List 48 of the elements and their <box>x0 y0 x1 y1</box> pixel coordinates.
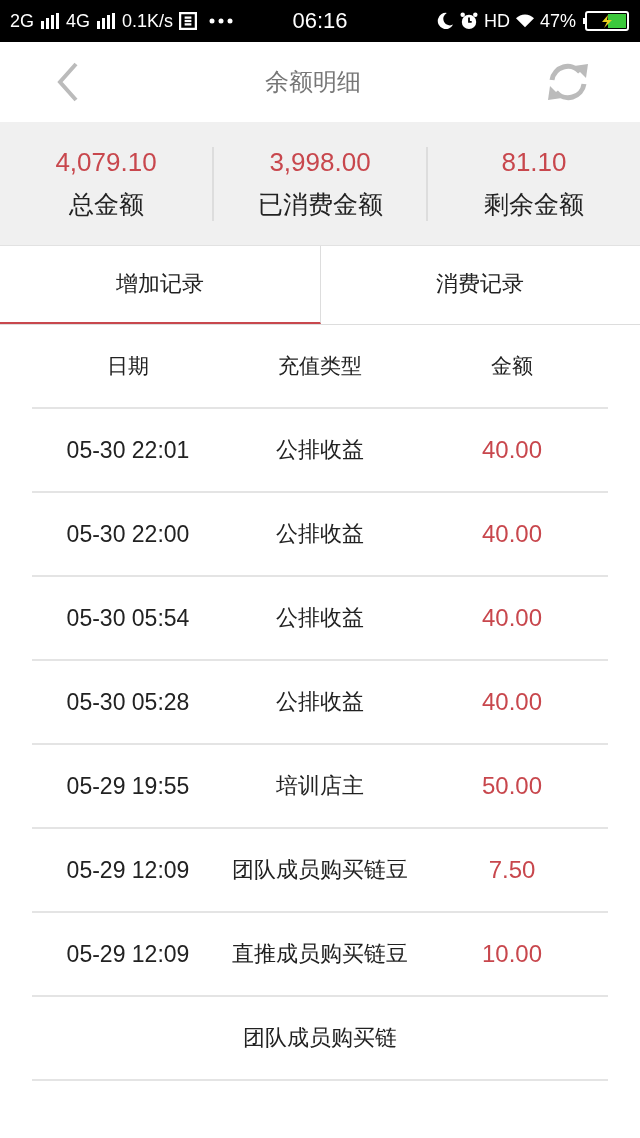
table-cell: 直推成员购买链豆 <box>232 941 408 966</box>
signal-icon <box>96 13 117 29</box>
table-cell: 50.00 <box>481 772 543 799</box>
table-cell: 团队成员购买链 <box>243 1025 397 1050</box>
table-cell: 05-29 19:55 <box>66 773 190 799</box>
table-cell: 40.00 <box>481 604 543 631</box>
column-header: 金额 <box>490 353 534 380</box>
amount-value: 81.10 <box>501 146 567 178</box>
amount-value: 4,079.10 <box>55 146 157 178</box>
network-label: 4G <box>66 10 91 32</box>
table-cell: 7.50 <box>488 856 536 883</box>
table-cell: 05-29 12:09 <box>66 941 190 967</box>
table-cell: 培训店主 <box>276 773 364 798</box>
page-title: 余额明细 <box>265 67 361 98</box>
battery-icon <box>582 11 630 31</box>
table-cell: 10.00 <box>481 940 543 967</box>
moon-icon <box>435 12 454 30</box>
table-cell: 公排收益 <box>276 437 364 462</box>
network-label: 2G <box>10 10 34 32</box>
hd-label: HD <box>483 10 510 32</box>
table-cell: 05-30 22:01 <box>66 437 190 463</box>
amount-label: 已消费金额 <box>257 188 383 221</box>
alarm-icon <box>459 12 478 30</box>
table-cell: 公排收益 <box>276 521 364 546</box>
table-cell: 团队成员购买链豆 <box>232 857 408 882</box>
column-header: 日期 <box>106 353 150 380</box>
table-cell: 40.00 <box>481 436 543 463</box>
app-notification-icon <box>179 12 198 30</box>
tab[interactable]: 增加记录 <box>0 246 321 324</box>
table-cell: 公排收益 <box>276 689 364 714</box>
clock: 06:16 <box>292 8 348 34</box>
battery-level: 47% <box>539 10 576 32</box>
table-cell: 40.00 <box>481 520 543 547</box>
table-cell: 公排收益 <box>276 605 364 630</box>
table-cell: 40.00 <box>481 688 543 715</box>
table-cell: 05-30 22:00 <box>66 521 190 547</box>
table-cell: 05-30 05:28 <box>66 689 190 715</box>
table-cell: 05-30 05:54 <box>66 605 190 631</box>
back-icon[interactable] <box>56 62 80 102</box>
more-icon <box>209 18 234 24</box>
column-header: 充值类型 <box>277 353 363 380</box>
amount-value: 3,998.00 <box>269 146 371 178</box>
amount-label: 总金额 <box>68 188 144 221</box>
table-cell: 05-29 12:09 <box>66 857 190 883</box>
network-speed: 0.1K/s <box>122 10 174 32</box>
wifi-icon <box>515 12 534 30</box>
signal-icon <box>40 13 60 29</box>
amount-label: 剩余金额 <box>484 188 584 221</box>
